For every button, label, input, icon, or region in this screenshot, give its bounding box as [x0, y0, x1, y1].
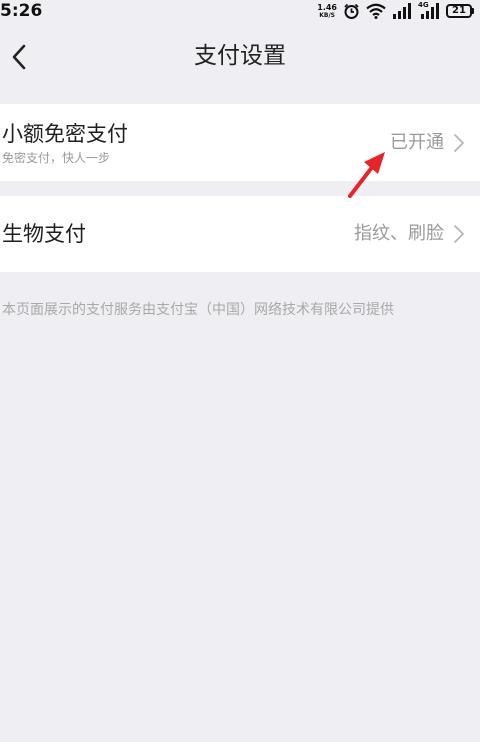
- network-speed: 1.46 KB/S: [317, 2, 337, 19]
- annotation-arrow-icon: [348, 152, 385, 198]
- status-value: 指纹、刷脸: [354, 223, 444, 244]
- battery-level: 21: [446, 4, 472, 18]
- nav-bar: 支付设置: [0, 22, 480, 92]
- battery-icon: 21: [446, 4, 474, 18]
- footer-note: 本页面展示的支付服务由支付宝（中国）网络技术有限公司提供: [2, 302, 394, 318]
- network-speed-unit: KB/S: [319, 11, 335, 19]
- status-time: 5:26: [0, 1, 43, 21]
- battery-cap: [472, 8, 474, 14]
- chevron-right-icon: [454, 134, 464, 152]
- page-title: 支付设置: [194, 43, 286, 69]
- alarm-icon: [344, 3, 359, 19]
- payment-settings-screen: 5:26 1.46 KB/S 4G 21 支付设置 小额免密支付 免密支付，快人…: [0, 0, 480, 742]
- row-title: 生物支付: [2, 222, 86, 246]
- status-value: 已开通: [390, 132, 444, 153]
- signal-4g-icon: 4G: [418, 1, 440, 19]
- row-subtitle: 免密支付，快人一步: [2, 151, 111, 165]
- network-speed-value: 1.46: [317, 2, 337, 12]
- settings-row-biometric-payment[interactable]: 生物支付 指纹、刷脸: [0, 196, 480, 272]
- wifi-icon: [366, 3, 386, 19]
- settings-row-password-free-payment[interactable]: 小额免密支付 免密支付，快人一步 已开通: [0, 104, 480, 181]
- chevron-right-icon: [454, 225, 464, 243]
- row-title: 小额免密支付: [2, 122, 128, 146]
- signal-icon: [393, 3, 411, 19]
- status-icons: 1.46 KB/S 4G 21: [317, 0, 474, 22]
- status-bar: 5:26 1.46 KB/S 4G 21: [0, 0, 480, 22]
